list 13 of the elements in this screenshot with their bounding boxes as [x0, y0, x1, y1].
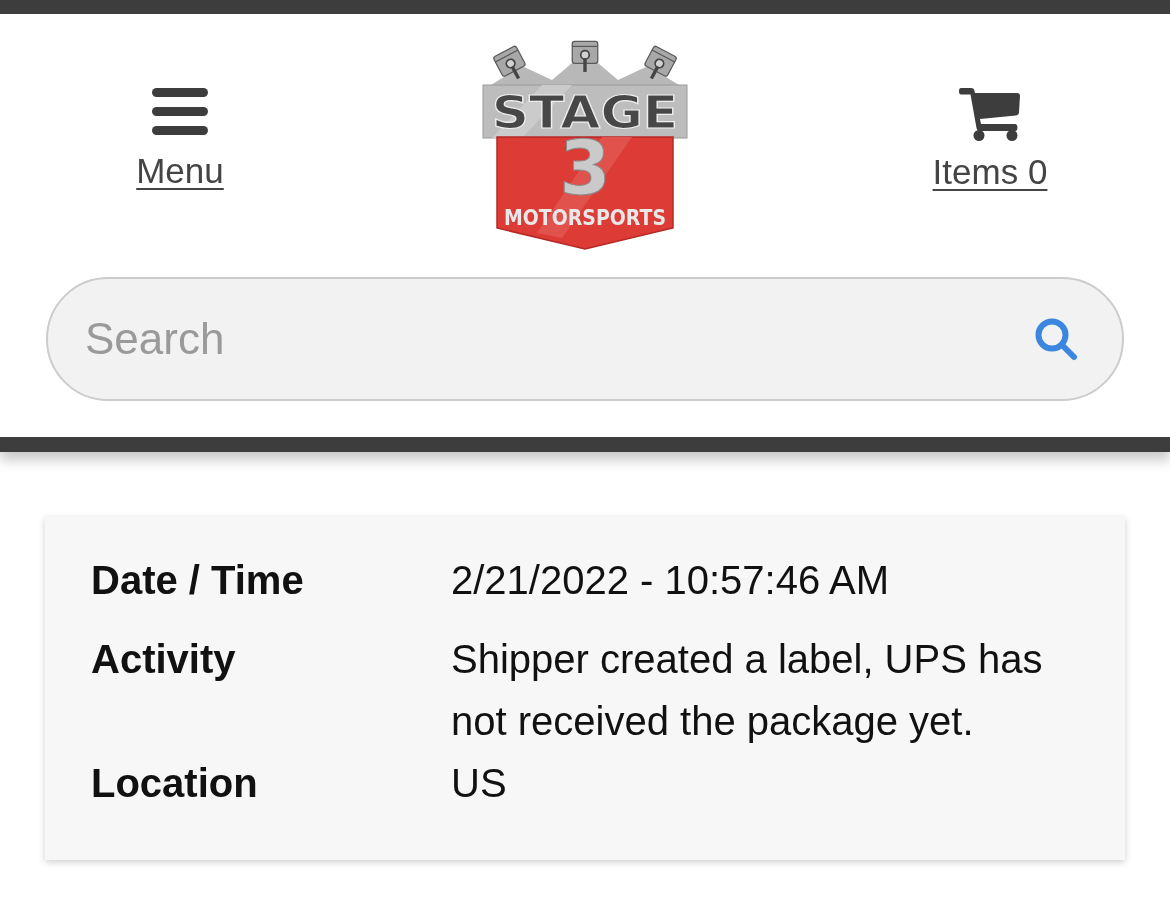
- menu-icon: [152, 88, 208, 135]
- field-value: US: [451, 760, 508, 807]
- menu-button[interactable]: Menu: [136, 88, 224, 191]
- search-field[interactable]: Search: [46, 277, 1124, 401]
- logo-tagline: MOTORSPORTS: [503, 204, 667, 231]
- field-label: Activity: [91, 636, 237, 683]
- field-label: Date / Time: [91, 557, 305, 604]
- field-value: 2/21/2022 - 10:57:46 AM: [451, 557, 891, 604]
- cart-icon: [959, 88, 1021, 141]
- cart-button[interactable]: Items 0: [932, 88, 1048, 192]
- search-icon[interactable]: [1034, 317, 1078, 361]
- field-label: Location: [91, 760, 259, 807]
- field-value: Shipper created a label, UPS has not received the package yet.: [451, 636, 1044, 745]
